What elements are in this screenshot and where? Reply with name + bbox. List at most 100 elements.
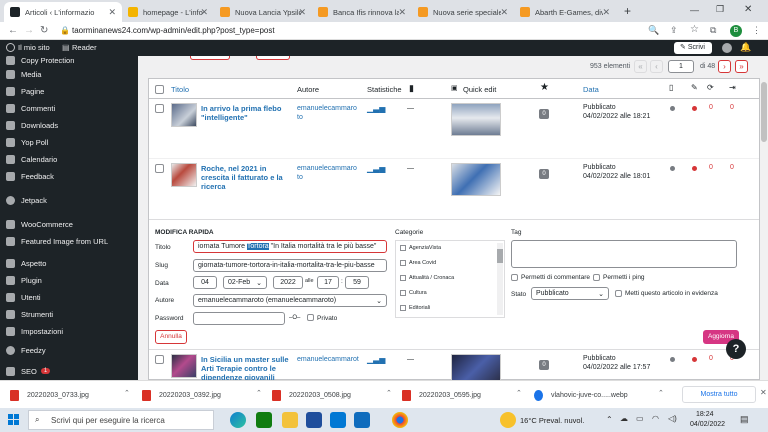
post-title-link[interactable]: In Sicilia un master sulle Arti Terapie … xyxy=(201,355,293,380)
stats-bars-icon[interactable]: ▁▃▅ xyxy=(367,104,385,113)
category-item[interactable]: Attualità / Cronaca xyxy=(400,275,454,281)
column-title-header[interactable]: Titolo xyxy=(171,85,189,94)
close-tab-icon[interactable]: ✕ xyxy=(298,7,306,18)
download-item[interactable]: 20220203_0392.jpg xyxy=(142,387,254,403)
download-item[interactable]: 20220203_0595.jpg xyxy=(402,387,514,403)
sidebar-item-feedback[interactable]: Feedback xyxy=(0,168,138,184)
sidebar-item-seo[interactable]: SEO 1 xyxy=(0,363,138,379)
notifications-bell-icon[interactable]: 🔔 xyxy=(740,42,751,53)
post-thumbnail[interactable] xyxy=(171,103,197,127)
edge-icon[interactable] xyxy=(230,412,246,428)
category-checkbox[interactable] xyxy=(400,245,406,251)
sidebar-item-woocommerce[interactable]: WooCommerce xyxy=(0,216,138,232)
new-tab-button[interactable]: + xyxy=(624,4,631,18)
page-scrollbar[interactable] xyxy=(760,56,768,380)
reload-icon[interactable]: ↻ xyxy=(40,25,48,36)
quickedit-image[interactable] xyxy=(451,354,501,380)
categories-scrollbar[interactable] xyxy=(497,243,503,315)
write-button[interactable]: ✎ Scrivi xyxy=(674,42,712,54)
post-thumbnail[interactable] xyxy=(171,163,197,187)
next-page-button[interactable]: › xyxy=(718,60,731,73)
sidebar-item-utenti[interactable]: Utenti xyxy=(0,289,138,305)
tags-textarea[interactable] xyxy=(511,240,737,268)
private-checkbox[interactable] xyxy=(307,314,314,321)
post-author-link[interactable]: emanuelecammarot xyxy=(297,355,359,364)
slug-input[interactable]: giornata-tumore-tortora-in-italia-mortal… xyxy=(193,259,387,272)
category-item[interactable]: Editoriali xyxy=(400,305,430,311)
close-tab-icon[interactable]: ✕ xyxy=(500,7,508,18)
allow-comments-checkbox[interactable] xyxy=(511,274,518,281)
allow-pings-checkbox[interactable] xyxy=(593,274,600,281)
download-item[interactable]: 20220203_0733.jpg xyxy=(10,387,122,403)
zoom-icon[interactable]: 🔍 xyxy=(648,25,659,36)
close-tab-icon[interactable]: ✕ xyxy=(398,7,406,18)
month-select[interactable]: 02-Feb ⌄ xyxy=(223,276,267,289)
category-item[interactable]: AgenziaVista xyxy=(400,245,441,251)
clock-time[interactable]: 18:24 xyxy=(696,411,714,418)
sidebar-item-strumenti[interactable]: Strumenti xyxy=(0,306,138,322)
close-tab-icon[interactable]: ✕ xyxy=(200,7,208,18)
sidebar-item-yop-poll[interactable]: Yop Poll xyxy=(0,134,138,150)
last-page-button[interactable]: » xyxy=(735,60,748,73)
sidebar-item-plugin[interactable]: Plugin xyxy=(0,272,138,288)
sidebar-item-impostazioni[interactable]: Impostazioni xyxy=(0,323,138,339)
scrollbar-thumb[interactable] xyxy=(497,249,503,263)
hour-input[interactable]: 17 xyxy=(317,276,339,289)
post-author-link[interactable]: emanuelecammaroto xyxy=(297,164,357,182)
sidebar-item-calendario[interactable]: Calendario xyxy=(0,151,138,167)
column-date-header[interactable]: Data xyxy=(583,85,599,94)
category-checkbox[interactable] xyxy=(400,275,406,281)
reader-link[interactable]: Reader xyxy=(72,43,97,52)
chevron-up-icon[interactable]: ⌃ xyxy=(516,389,522,397)
sidebar-item-commenti[interactable]: Commenti xyxy=(0,100,138,116)
onedrive-icon[interactable]: ☁ xyxy=(620,414,628,423)
wordpress-logo-icon[interactable] xyxy=(6,43,15,52)
store-icon[interactable] xyxy=(256,412,272,428)
user-avatar[interactable] xyxy=(722,43,732,53)
notifications-icon[interactable]: ▤ xyxy=(740,414,749,425)
browser-tab[interactable]: Banca Ifis rinnova la f ✕ xyxy=(312,2,412,22)
bookmark-star-icon[interactable]: ☆ xyxy=(690,24,699,35)
close-icon[interactable]: ✕ xyxy=(760,388,767,397)
close-tab-icon[interactable]: ✕ xyxy=(602,7,610,18)
network-icon[interactable]: ◠ xyxy=(652,414,659,423)
post-title-link[interactable]: Roche, nel 2021 in crescita il fatturato… xyxy=(201,164,293,191)
forward-icon[interactable]: → xyxy=(24,25,34,36)
display-icon[interactable]: ▭ xyxy=(636,414,644,423)
row-checkbox[interactable] xyxy=(155,104,164,113)
chevron-up-icon[interactable]: ⌃ xyxy=(658,389,664,397)
password-input[interactable] xyxy=(193,312,285,325)
first-page-button[interactable]: « xyxy=(634,60,647,73)
page-scrollbar-thumb[interactable] xyxy=(761,82,767,142)
help-icon[interactable]: ? xyxy=(726,339,746,359)
minute-input[interactable]: 59 xyxy=(345,276,369,289)
show-hidden-icons-icon[interactable]: ⌃ xyxy=(606,415,613,424)
chevron-up-icon[interactable]: ⌃ xyxy=(386,389,392,397)
category-checkbox[interactable] xyxy=(400,260,406,266)
maximize-window-icon[interactable]: ❐ xyxy=(716,4,724,15)
quickedit-image[interactable] xyxy=(451,163,501,196)
row-checkbox[interactable] xyxy=(155,164,164,173)
taskbar-search-box[interactable]: ⌕ Scrivi qui per eseguire la ricerca xyxy=(28,410,214,430)
category-item[interactable]: Cultura xyxy=(400,290,427,296)
chrome-icon[interactable] xyxy=(392,412,408,428)
sidebar-item-downloads[interactable]: Downloads xyxy=(0,117,138,133)
quickedit-image[interactable] xyxy=(451,103,501,136)
address-bar[interactable]: taorminanews24.com/wp-admin/edit.php?pos… xyxy=(72,26,275,35)
title-input[interactable]: iornata Tumore Tortora "In Italia mortal… xyxy=(193,240,387,253)
file-explorer-icon[interactable] xyxy=(282,412,298,428)
bulk-action-button[interactable] xyxy=(190,56,230,60)
my-site-link[interactable]: Il mio sito xyxy=(18,43,50,52)
word-icon[interactable] xyxy=(306,412,322,428)
mail-icon[interactable] xyxy=(330,412,346,428)
browser-menu-icon[interactable]: ⋮ xyxy=(752,25,761,36)
browser-tab[interactable]: Nuova Lancia Ypsilon ✕ xyxy=(214,2,312,22)
download-item[interactable]: vlahovic-juve-co.....webp xyxy=(534,387,656,403)
sticky-checkbox[interactable] xyxy=(615,290,622,297)
browser-tab[interactable]: homepage - L'informaz ✕ xyxy=(122,2,214,22)
stats-bars-icon[interactable]: ▁▃▅ xyxy=(367,164,385,173)
extensions-icon[interactable]: ⧉ xyxy=(710,25,716,36)
lock-icon[interactable]: 🔒 xyxy=(60,26,70,35)
day-input[interactable]: 04 xyxy=(193,276,217,289)
row-checkbox[interactable] xyxy=(155,355,164,364)
